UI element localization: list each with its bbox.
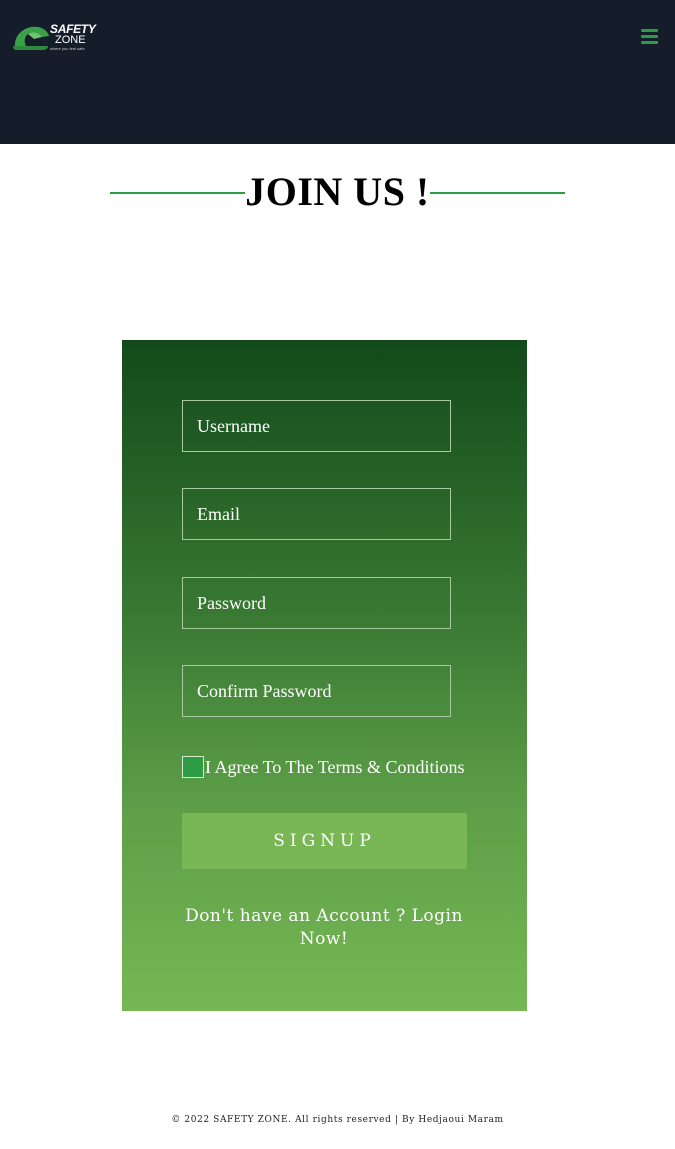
logo-tagline: where you feel safe (50, 46, 85, 51)
safety-zone-logo[interactable]: SAFETY ZONE where you feel safe (12, 22, 102, 54)
logo-text-zone: ZONE (55, 34, 86, 46)
login-link[interactable]: Don't have an Account ? Login Now! (174, 905, 474, 951)
terms-row: I Agree To The Terms & Conditions (182, 756, 482, 780)
terms-checkbox[interactable] (182, 756, 204, 778)
top-header: SAFETY ZONE where you feel safe (0, 0, 675, 144)
confirm-password-input[interactable] (182, 665, 451, 717)
username-input[interactable] (182, 400, 451, 452)
title-divider-left (110, 192, 245, 194)
password-input[interactable] (182, 577, 451, 629)
email-input[interactable] (182, 488, 451, 540)
signup-button[interactable]: SIGNUP (182, 813, 467, 869)
hamburger-menu-icon[interactable] (641, 29, 658, 45)
page-title-block: JOIN US ! (110, 166, 565, 218)
title-divider-right (430, 192, 565, 194)
helmet-icon (13, 26, 50, 50)
footer-copyright: © 2022 SAFETY ZONE. All rights reserved … (171, 1115, 504, 1125)
page-title: JOIN US ! (245, 169, 430, 214)
signup-form: I Agree To The Terms & Conditions SIGNUP… (122, 340, 527, 1011)
terms-label[interactable]: I Agree To The Terms & Conditions (205, 756, 464, 778)
